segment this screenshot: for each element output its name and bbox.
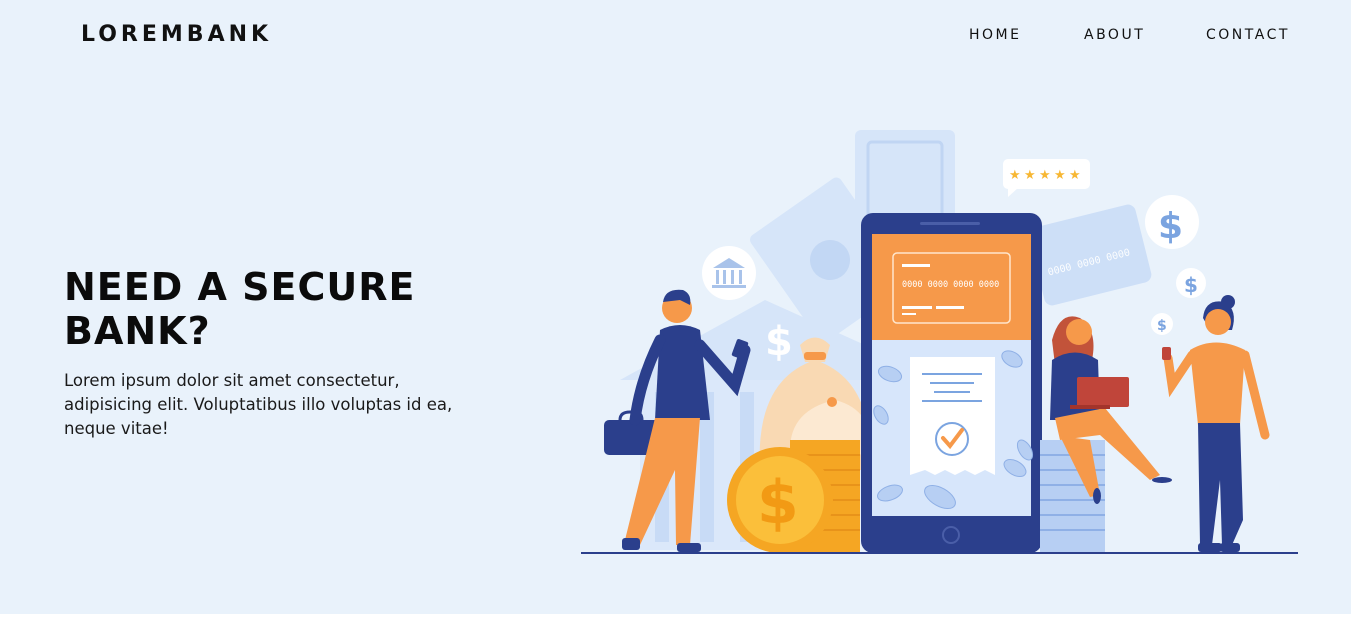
svg-text:$: $ (1158, 206, 1183, 247)
star-icon: ★ (1069, 168, 1081, 183)
star-icon: ★ (1009, 168, 1021, 183)
hero-section: LOREMBANK HOME ABOUT CONTACT NEED A SECU… (0, 0, 1351, 614)
svg-text:$: $ (757, 468, 799, 538)
smartphone: 0000 0000 0000 0000 (861, 213, 1042, 553)
dollar-bubble-icons: $ $ $ (1145, 195, 1206, 335)
star-icon: ★ (1054, 168, 1066, 183)
dollar-coin-icon: $ (727, 447, 833, 553)
bank-bubble-icon (702, 246, 756, 300)
nav-about-link[interactable]: ABOUT (1084, 27, 1145, 43)
nav-home-link[interactable]: HOME (969, 27, 1021, 43)
page-bottom-strip (0, 614, 1351, 627)
phone-card-number: 0000 0000 0000 0000 (902, 280, 999, 290)
rating-bubble: ★ ★ ★ ★ ★ (1003, 159, 1090, 197)
svg-text:$: $ (765, 319, 793, 365)
top-nav: HOME ABOUT CONTACT (0, 27, 1351, 47)
star-icon: ★ (1039, 168, 1051, 183)
hero-lead-text: Lorem ipsum dolor sit amet consectetur, … (64, 371, 453, 438)
svg-text:$: $ (1184, 273, 1198, 297)
standing-woman (1162, 295, 1270, 552)
svg-text:$: $ (1157, 318, 1167, 334)
hero-headline: NEED A SECURE BANK? (64, 265, 416, 353)
banking-illustration: 0000 0000 0000 $ $ 0000 0000 0000 0000 ★… (581, 130, 1298, 554)
nav-contact-link[interactable]: CONTACT (1206, 27, 1290, 43)
star-icon: ★ (1024, 168, 1036, 183)
